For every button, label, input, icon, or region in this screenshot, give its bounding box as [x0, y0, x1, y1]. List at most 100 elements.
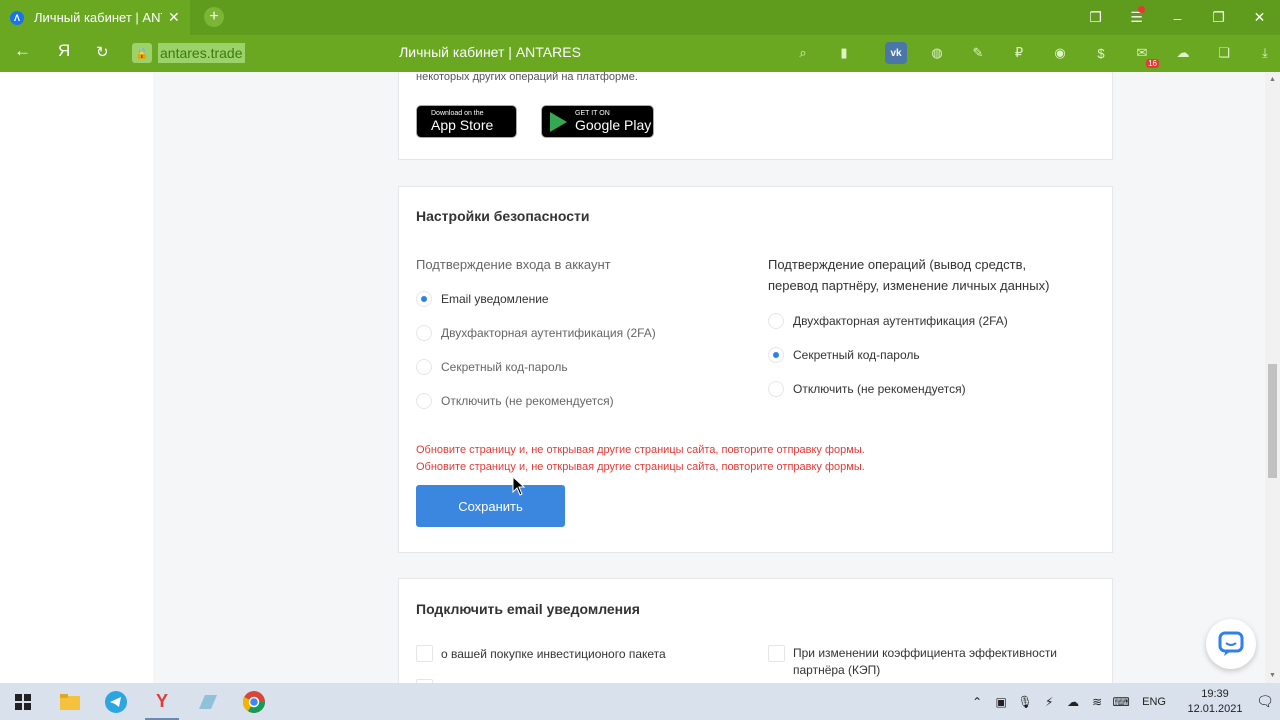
- email-option-kep[interactable]: При изменении коэффициента эффективности…: [768, 645, 1057, 679]
- antares-favicon-icon: Λ: [10, 10, 24, 25]
- radio-login-secret[interactable]: [416, 359, 432, 375]
- email-option-purchase[interactable]: о вашей покупке инвестиционого пакета: [416, 645, 666, 662]
- radio-ops-2fa[interactable]: [768, 313, 784, 329]
- power-icon[interactable]: ⚡: [1038, 695, 1060, 709]
- kep-label-line2: партнёра (КЭП): [793, 663, 881, 677]
- mail-icon[interactable]: ✉ 16: [1131, 42, 1159, 68]
- windows-logo-icon: [15, 693, 31, 710]
- ruble-icon[interactable]: ₽: [1008, 42, 1030, 64]
- keyboard-icon[interactable]: ⌨: [1110, 695, 1132, 709]
- radio-login-email[interactable]: [416, 291, 432, 307]
- collections-icon[interactable]: ❐: [1075, 9, 1116, 26]
- option-label: При изменении коэффициента эффективности…: [793, 645, 1057, 679]
- radio-login-2fa[interactable]: [416, 325, 432, 341]
- option-label: Двухфакторная аутентификация (2FA): [793, 314, 1008, 328]
- option-label: Отключить (не рекомендуется): [441, 394, 614, 408]
- spy-icon[interactable]: ◉: [1049, 42, 1071, 64]
- ops-option-2fa[interactable]: Двухфакторная аутентификация (2FA): [768, 313, 1008, 329]
- file-explorer-icon[interactable]: [47, 683, 93, 720]
- browser-nav-bar: ← Я ↻ 🔒 antares.trade Личный кабинет | A…: [0, 35, 1280, 72]
- clock-date: 12.01.2021: [1187, 702, 1243, 715]
- kep-label-line1: При изменении коэффициента эффективности: [793, 646, 1058, 660]
- google-play-icon: [550, 111, 567, 132]
- login-option-email[interactable]: Email уведомление: [416, 291, 549, 307]
- scroll-down-icon[interactable]: ▼: [1268, 672, 1277, 679]
- chevron-up-icon[interactable]: ⌃: [966, 695, 988, 709]
- radio-ops-disable[interactable]: [768, 381, 784, 397]
- login-option-disable[interactable]: Отключить (не рекомендуется): [416, 393, 614, 409]
- radio-login-disable[interactable]: [416, 393, 432, 409]
- wifi-icon[interactable]: ≋: [1086, 695, 1108, 709]
- clock[interactable]: 19:39 12.01.2021: [1180, 687, 1250, 717]
- telegram-icon[interactable]: [93, 683, 139, 720]
- apps-note: некоторых других операций на платформе.: [416, 72, 638, 83]
- login-option-secret-code[interactable]: Секретный код-пароль: [416, 359, 568, 375]
- login-option-2fa[interactable]: Двухфакторная аутентификация (2FA): [416, 325, 656, 341]
- error-message: Обновите страницу и, не открывая другие …: [416, 444, 865, 456]
- option-label: Email уведомление: [441, 292, 549, 306]
- ops-option-disable[interactable]: Отключить (не рекомендуется): [768, 381, 966, 397]
- support-chat-button[interactable]: [1206, 619, 1256, 669]
- vk-icon[interactable]: vk: [885, 42, 907, 64]
- meet-now-icon[interactable]: ▣: [990, 695, 1012, 709]
- chrome-icon[interactable]: [231, 683, 277, 720]
- page-content: некоторых других операций на платформе. …: [0, 72, 1265, 683]
- menu-icon[interactable]: ☰: [1116, 6, 1157, 26]
- security-settings-card: Настройки безопасности Подтверждение вхо…: [398, 186, 1113, 553]
- search-icon[interactable]: ⌕: [792, 42, 814, 64]
- checkbox-kep[interactable]: [768, 645, 785, 662]
- close-tab-icon[interactable]: ✕: [168, 9, 180, 26]
- windows-taskbar: Y ⌃ ▣ 🎙 ⚡ ☁ ≋ ⌨ ENG 19:39 12.01.2021 🗨: [0, 683, 1280, 720]
- microphone-icon[interactable]: 🎙: [1014, 695, 1036, 709]
- new-tab-button[interactable]: +: [204, 7, 224, 27]
- notes-icon[interactable]: [185, 683, 231, 720]
- option-label: Секретный код-пароль: [793, 348, 920, 362]
- option-label: Секретный код-пароль: [441, 360, 568, 374]
- onedrive-icon[interactable]: ☁: [1062, 695, 1084, 709]
- download-icon[interactable]: ⤓: [1254, 42, 1276, 64]
- tab-title: Личный кабинет | ANTARES: [34, 10, 162, 25]
- scroll-thumb[interactable]: [1268, 364, 1277, 478]
- system-tray: ⌃ ▣ 🎙 ⚡ ☁ ≋ ⌨ ENG 19:39 12.01.2021 🗨: [966, 683, 1280, 720]
- chat-icon: [1218, 631, 1244, 656]
- radio-ops-secret[interactable]: [768, 347, 784, 363]
- restore-button[interactable]: ❐: [1198, 9, 1239, 26]
- option-label: Отключить (не рекомендуется): [793, 382, 966, 396]
- checkbox-purchase[interactable]: [416, 645, 433, 662]
- clock-time: 19:39: [1201, 687, 1229, 700]
- ops-option-secret-code[interactable]: Секретный код-пароль: [768, 347, 920, 363]
- login-confirm-title: Подтверждение входа в аккаунт: [416, 257, 611, 272]
- email-title: Подключить email уведомления: [416, 601, 640, 617]
- close-window-button[interactable]: ✕: [1239, 9, 1280, 26]
- page-scrollbar[interactable]: ▲ ▼: [1265, 72, 1280, 683]
- notifications-icon[interactable]: 🗨: [1250, 693, 1280, 710]
- mail-count-badge: 16: [1146, 59, 1159, 68]
- google-play-button[interactable]: GET IT ON Google Play: [541, 105, 654, 138]
- google-play-big-text: Google Play: [575, 117, 652, 133]
- scroll-up-icon[interactable]: ▲: [1268, 76, 1277, 83]
- save-button[interactable]: Сохранить: [416, 485, 565, 527]
- bookmark-icon[interactable]: ▮: [833, 42, 855, 64]
- pen-icon[interactable]: ✎: [967, 42, 989, 64]
- app-store-button[interactable]: Download on the App Store: [416, 105, 517, 138]
- security-title: Настройки безопасности: [416, 208, 590, 224]
- minimize-button[interactable]: –: [1157, 10, 1198, 26]
- browser-tab[interactable]: Λ Личный кабинет | ANTARES ✕: [0, 0, 190, 35]
- collections-icon[interactable]: ❏: [1213, 42, 1235, 64]
- yandex-browser-icon[interactable]: Y: [139, 683, 185, 720]
- option-label: о вашей покупке инвестиционого пакета: [441, 646, 666, 661]
- language-indicator[interactable]: ENG: [1142, 696, 1166, 708]
- operations-confirm-title: Подтверждение операций (вывод средств, п…: [768, 254, 1049, 296]
- extensions-toolbar: ⌕ ▮ vk ◍ ✎ ₽ ◉ $ ✉ 16 ☁ ❏ ⤓: [792, 42, 1280, 68]
- mouse-cursor-icon: [512, 476, 526, 496]
- error-message: Обновите страницу и, не открывая другие …: [416, 461, 865, 473]
- sidebar: [0, 72, 153, 683]
- operations-title-line2: перевод партнёру, изменение личных данны…: [768, 278, 1050, 293]
- dollar-icon[interactable]: $: [1090, 42, 1112, 64]
- globe-icon[interactable]: ◍: [926, 42, 948, 64]
- start-button[interactable]: [0, 683, 46, 720]
- window-controls: ❐ ☰ – ❐ ✕: [1075, 0, 1280, 35]
- operations-title-line1: Подтверждение операций (вывод средств,: [768, 257, 1027, 272]
- email-notifications-card: Подключить email уведомления о вашей пок…: [398, 578, 1113, 683]
- cloud-icon[interactable]: ☁: [1172, 42, 1194, 64]
